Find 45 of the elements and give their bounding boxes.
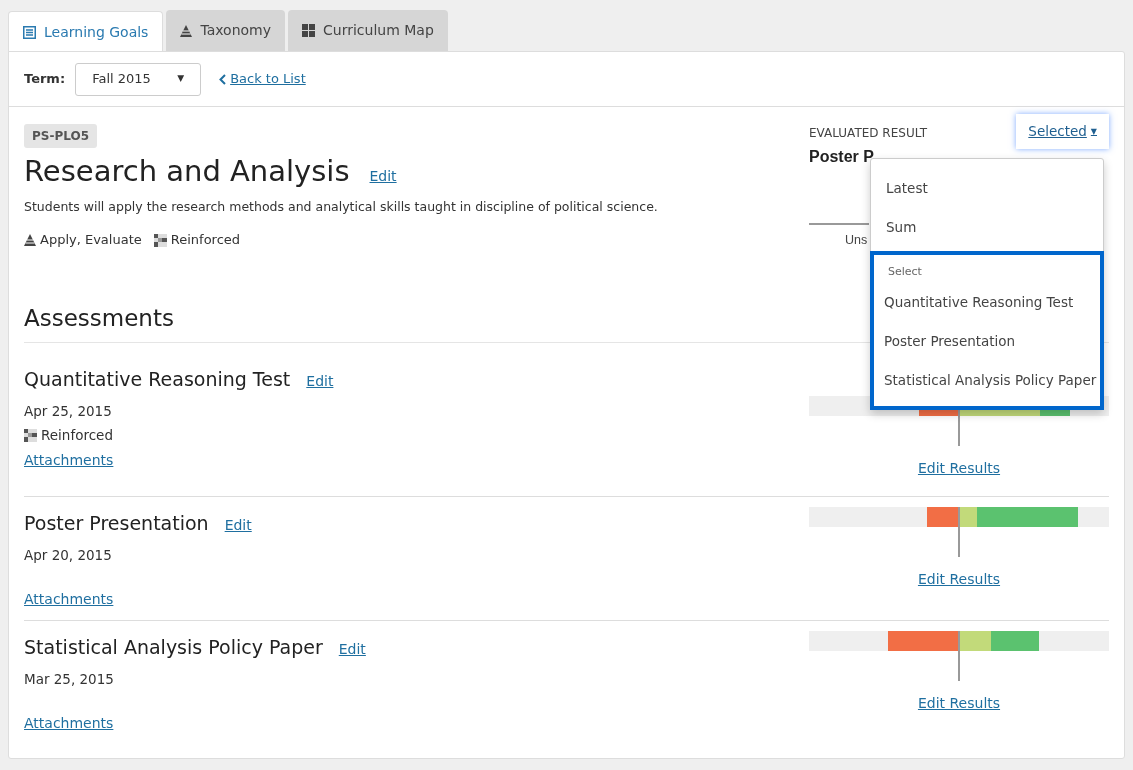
checkered-icon — [24, 428, 37, 442]
goal-description: Students will apply the research methods and analytical skills taught in discipline of political science. — [24, 197, 659, 216]
chevron-left-icon — [219, 73, 227, 85]
assessment-title: Quantitative Reasoning Test — [24, 366, 291, 392]
tab[interactable]: Learning Goals — [8, 11, 164, 52]
term-select[interactable]: Fall 2015 ▼ — [75, 62, 202, 96]
pyramid-icon — [180, 24, 193, 37]
menu-item[interactable]: Statistical Analysis Policy Paper — [874, 360, 1100, 400]
edit-link[interactable]: Edit — [306, 370, 334, 391]
cell-fragment: Uns — [845, 232, 868, 249]
attachments-link[interactable]: Attachments — [24, 449, 114, 470]
level-text: Reinforced — [41, 426, 113, 446]
edit-results-link[interactable]: Edit Results — [917, 457, 1001, 478]
attachments-link[interactable]: Attachments — [24, 713, 114, 734]
attachments-link[interactable]: Attachments — [24, 589, 114, 610]
edit-link[interactable]: Edit — [224, 514, 252, 535]
goal-code: PS-PLO5 — [24, 124, 97, 148]
edit-results-link[interactable]: Edit Results — [917, 568, 1001, 589]
caret-icon: ▼ — [1090, 125, 1097, 138]
assessment-date: Apr 25, 2015 — [24, 402, 113, 421]
term-label: Term: — [24, 70, 66, 89]
selected-button[interactable]: Selected ▼ — [1016, 114, 1109, 149]
level-text: Reinforced — [170, 231, 241, 250]
list-icon — [23, 25, 36, 39]
back-link[interactable]: Back to List — [219, 69, 306, 89]
taxonomy-text: Apply, Evaluate — [40, 231, 142, 250]
caret-icon: ▼ — [177, 72, 185, 86]
assessment-title: Statistical Analysis Policy Paper — [24, 634, 323, 660]
menu-item[interactable]: Sum — [871, 208, 1103, 247]
grid-icon — [302, 24, 315, 37]
assessment-title: Poster Presentation — [24, 510, 209, 536]
evaluated-title: Poster P — [809, 147, 874, 167]
edit-link[interactable]: Edit — [338, 638, 366, 659]
assessment-date: Mar 25, 2015 — [24, 670, 115, 689]
goal-title: Research and Analysis — [24, 153, 350, 190]
edit-link[interactable]: Edit — [369, 166, 397, 186]
menu-item[interactable]: Latest — [871, 169, 1103, 208]
evaluated-label: EVALUATED RESULT — [809, 125, 928, 142]
group-label: Select — [887, 264, 923, 280]
tab[interactable]: Taxonomy — [166, 10, 285, 51]
pyramid-icon — [24, 234, 36, 246]
tab[interactable]: Curriculum Map — [288, 10, 448, 51]
checkered-icon — [153, 233, 167, 247]
edit-results-link[interactable]: Edit Results — [917, 692, 1001, 713]
assessment-date: Apr 20, 2015 — [24, 546, 113, 565]
